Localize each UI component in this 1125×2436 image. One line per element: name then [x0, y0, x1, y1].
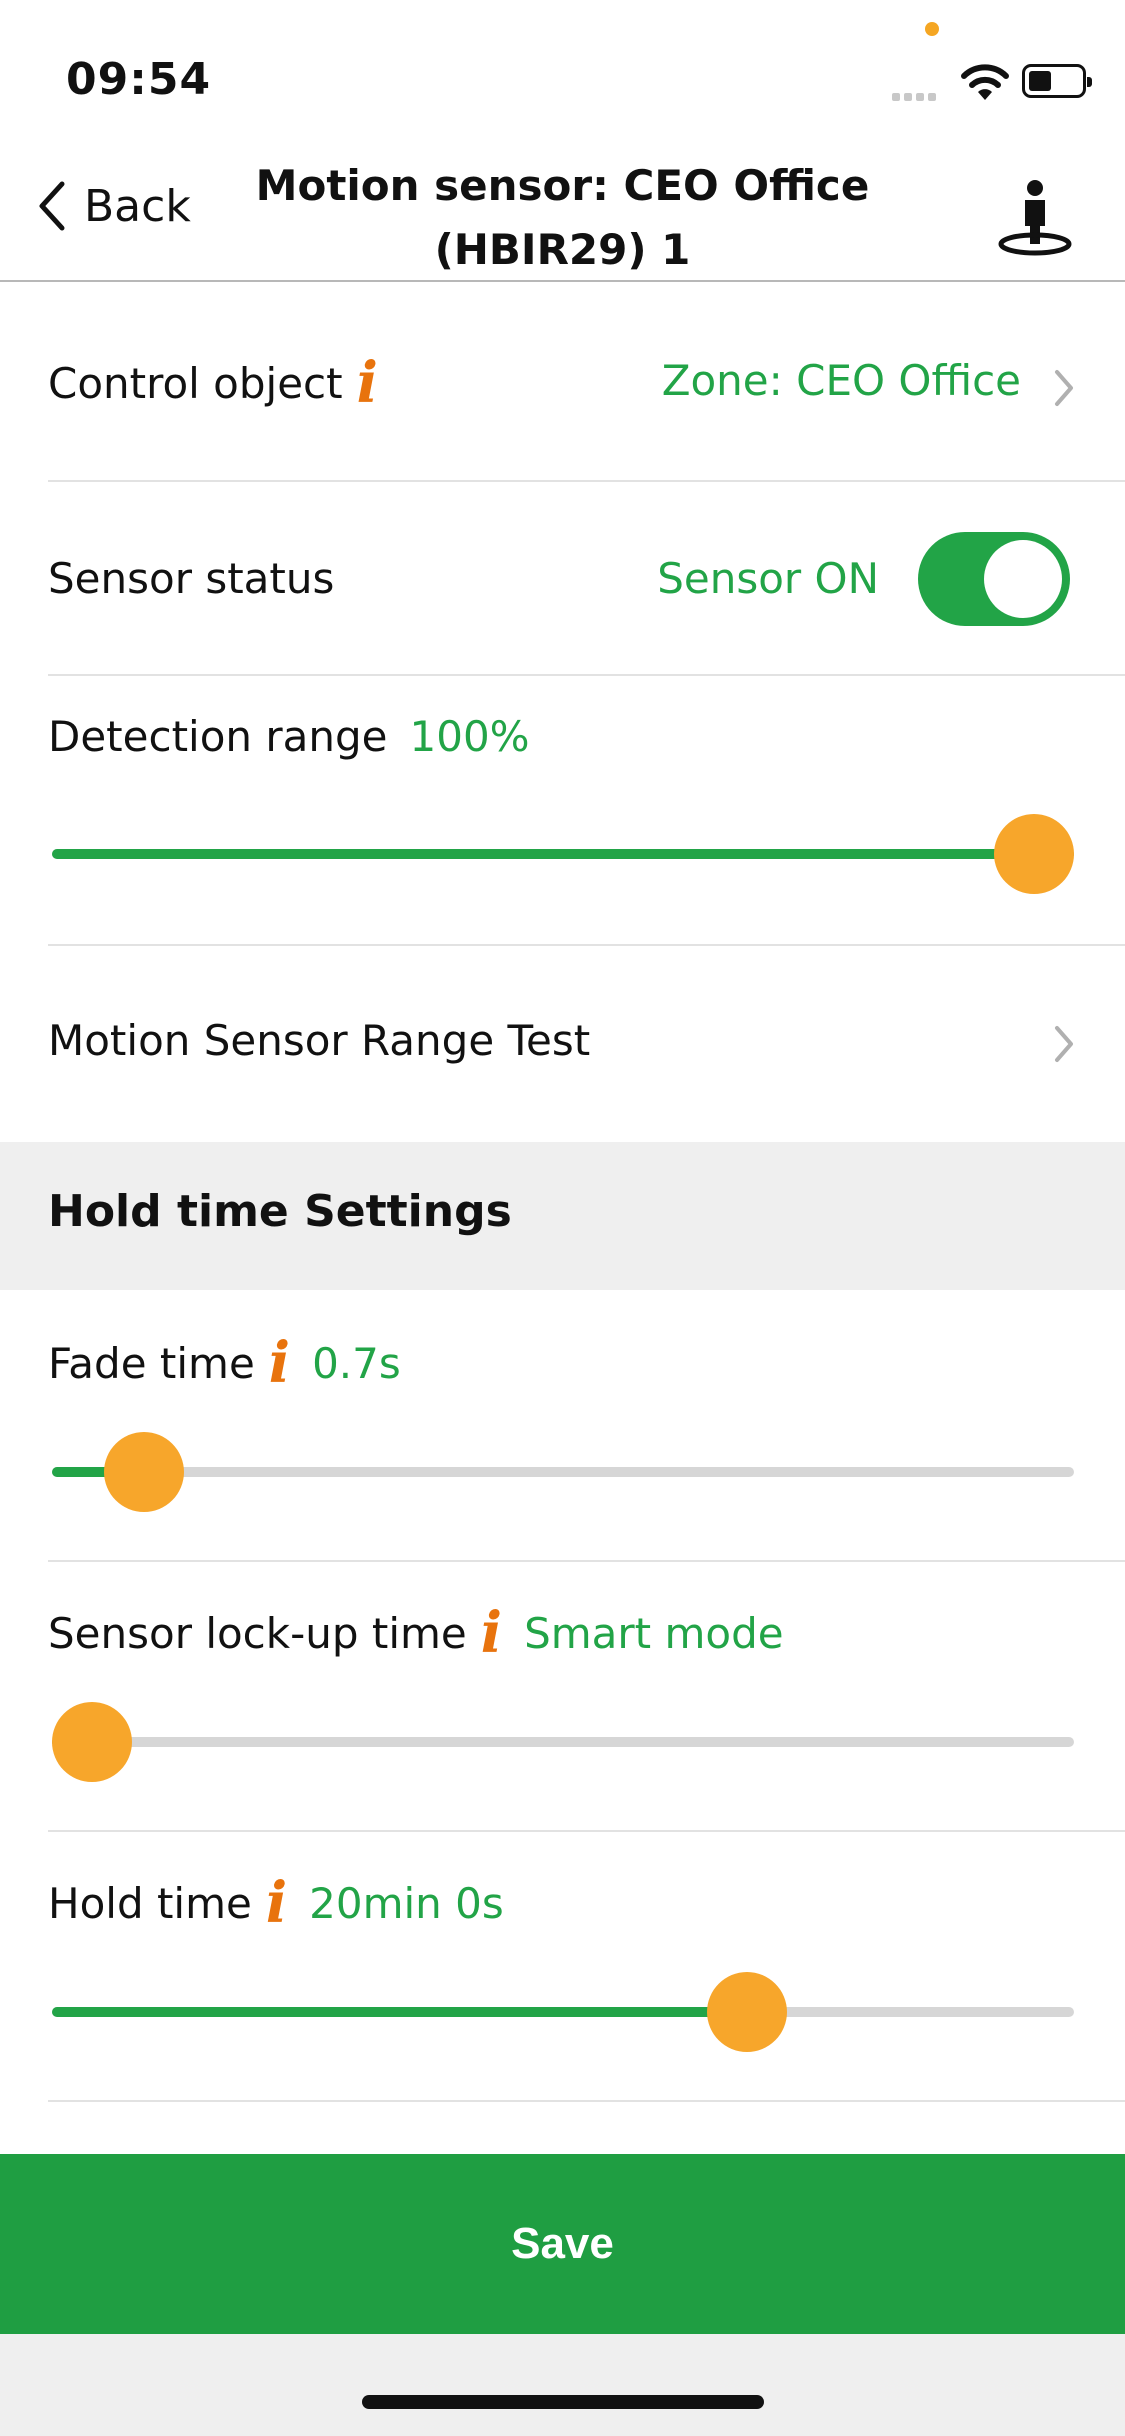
slider-thumb[interactable] — [706, 1972, 787, 2052]
lockup-time-slider[interactable] — [52, 1702, 1074, 1782]
fade-time-row: Fade time i 0.7s — [0, 1290, 1125, 1562]
slider-thumb[interactable] — [994, 814, 1074, 894]
info-icon[interactable]: i — [357, 350, 378, 416]
wifi-icon — [961, 64, 1009, 100]
detection-range-row: Detection range 100% — [0, 676, 1125, 946]
detection-range-label: Detection range 100% — [48, 712, 530, 761]
hold-time-value: 20min 0s — [309, 1879, 504, 1928]
slider-fill — [52, 2007, 747, 2017]
chevron-right-icon — [1055, 370, 1073, 406]
slider-fill — [52, 849, 1074, 859]
range-test-label: Motion Sensor Range Test — [48, 1016, 591, 1065]
sensor-status-toggle[interactable] — [918, 532, 1070, 626]
section-title: Hold time Settings — [48, 1186, 512, 1237]
hold-time-row: Hold time i 20min 0s — [0, 1830, 1125, 2102]
lockup-time-row: Sensor lock-up time i Smart mode — [0, 1560, 1125, 1832]
detection-range-slider[interactable] — [52, 814, 1074, 894]
back-button-label: Back — [84, 180, 191, 232]
hold-time-section-header: Hold time Settings — [0, 1142, 1125, 1290]
slider-thumb[interactable] — [103, 1432, 184, 1512]
info-icon[interactable]: i — [481, 1600, 502, 1666]
person-on-spot-icon[interactable] — [995, 178, 1075, 258]
chevron-left-icon — [39, 181, 65, 231]
control-object-label: Control object i — [48, 350, 378, 416]
slider-track — [52, 1737, 1074, 1747]
navigation-bar: Back Motion sensor: CEO Office (HBIR29) … — [0, 140, 1125, 282]
status-bar: 09:54 — [0, 0, 1125, 140]
fade-time-slider[interactable] — [52, 1432, 1074, 1512]
detection-range-value: 100% — [409, 712, 530, 761]
sensor-status-label: Sensor status — [48, 554, 335, 603]
slider-track — [52, 1467, 1074, 1477]
divider — [48, 2100, 1125, 2102]
status-time: 09:54 — [66, 54, 212, 105]
fade-time-value: 0.7s — [312, 1339, 401, 1388]
control-object-value: Zone: CEO Office — [661, 356, 1021, 405]
range-test-row[interactable]: Motion Sensor Range Test — [0, 946, 1125, 1142]
hold-time-label: Hold time i 20min 0s — [48, 1870, 504, 1936]
sensor-status-row: Sensor status Sensor ON — [0, 480, 1125, 676]
home-indicator[interactable] — [362, 2395, 764, 2409]
slider-thumb[interactable] — [52, 1702, 132, 1782]
lockup-time-label: Sensor lock-up time i Smart mode — [48, 1600, 784, 1666]
save-button[interactable]: Save — [0, 2154, 1125, 2334]
chevron-right-icon — [1055, 1026, 1073, 1062]
hold-time-slider[interactable] — [52, 1972, 1074, 2052]
toggle-knob — [984, 540, 1062, 618]
bottom-safe-area — [0, 2334, 1125, 2436]
privacy-indicator-dot — [925, 22, 939, 36]
battery-icon — [1022, 64, 1092, 98]
fade-time-label: Fade time i 0.7s — [48, 1330, 401, 1396]
cellular-signal-icon — [892, 86, 940, 105]
save-button-label: Save — [511, 2219, 614, 2268]
info-icon[interactable]: i — [269, 1330, 290, 1396]
control-object-row[interactable]: Control object i Zone: CEO Office — [0, 284, 1125, 482]
lockup-time-value: Smart mode — [524, 1609, 784, 1658]
page-title: Motion sensor: CEO Office (HBIR29) 1 — [255, 161, 870, 274]
info-icon[interactable]: i — [266, 1870, 287, 1936]
sensor-status-value: Sensor ON — [657, 554, 879, 603]
back-button[interactable]: Back — [36, 180, 191, 232]
